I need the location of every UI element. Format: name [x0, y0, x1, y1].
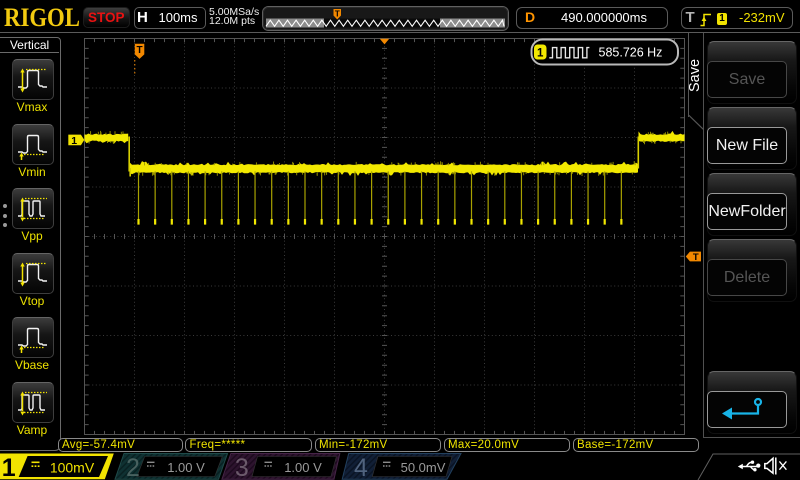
svg-text:T: T [335, 10, 340, 19]
svg-text:3: 3 [235, 454, 249, 480]
svg-text:50.0mV: 50.0mV [401, 460, 446, 475]
svg-text:1: 1 [71, 135, 77, 147]
svg-text:1: 1 [537, 48, 544, 60]
svg-text:2: 2 [126, 454, 140, 480]
svg-text:100mV: 100mV [50, 460, 95, 476]
svg-text:585.726 Hz: 585.726 Hz [599, 46, 663, 60]
svg-text:1.00 V: 1.00 V [167, 460, 205, 475]
svg-text:T: T [137, 45, 143, 56]
svg-text:1.00 V: 1.00 V [284, 460, 322, 475]
svg-text:4: 4 [354, 454, 368, 480]
svg-text:T: T [693, 252, 699, 263]
svg-text:1: 1 [2, 454, 16, 480]
